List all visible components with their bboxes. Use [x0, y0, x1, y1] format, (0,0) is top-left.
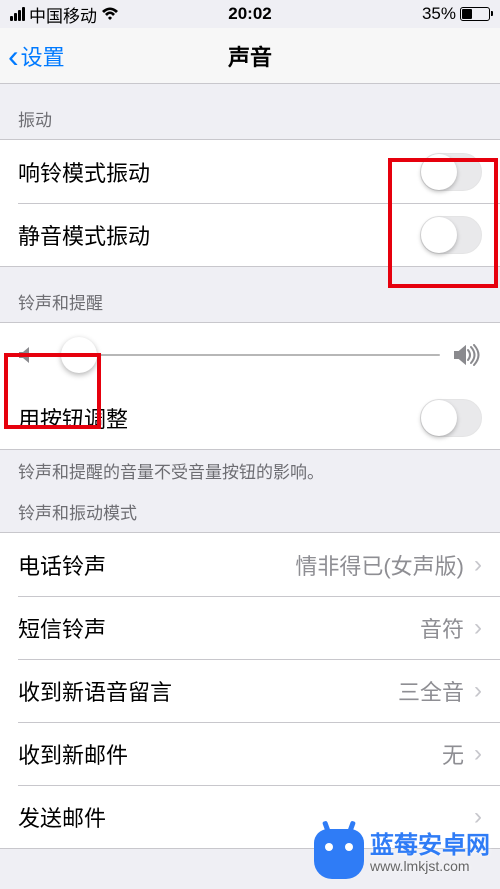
status-left: 中国移动 [10, 2, 119, 27]
row-label: 响铃模式振动 [18, 156, 420, 188]
row-silent-vibrate: 静音模式振动 [0, 203, 500, 266]
chevron-right-icon: › [474, 740, 482, 768]
row-text-tone[interactable]: 短信铃声 音符 › [0, 596, 500, 659]
row-label: 用按钮调整 [18, 402, 420, 434]
chevron-right-icon: › [474, 803, 482, 831]
volume-low-icon [18, 345, 34, 365]
section-header-vibrate: 振动 [0, 84, 500, 139]
row-label: 静音模式振动 [18, 219, 420, 251]
carrier-label: 中国移动 [29, 2, 97, 27]
row-label: 收到新邮件 [18, 738, 442, 770]
section-header-ringer: 铃声和提醒 [0, 267, 500, 322]
row-label: 发送邮件 [18, 801, 464, 833]
status-time: 20:02 [228, 4, 271, 24]
chevron-right-icon: › [474, 614, 482, 642]
status-bar: 中国移动 20:02 35% [0, 0, 500, 28]
row-new-mail[interactable]: 收到新邮件 无 › [0, 722, 500, 785]
list-vibrate: 响铃模式振动 静音模式振动 [0, 139, 500, 267]
row-label: 短信铃声 [18, 612, 420, 644]
battery-percent: 35% [422, 4, 456, 24]
row-ring-vibrate: 响铃模式振动 [0, 140, 500, 203]
switch-silent-vibrate[interactable] [420, 216, 482, 254]
row-value: 音符 [420, 612, 464, 644]
row-change-buttons: 用按钮调整 [0, 386, 500, 449]
switch-change-buttons[interactable] [420, 399, 482, 437]
row-label: 电话铃声 [18, 549, 295, 581]
row-sent-mail[interactable]: 发送邮件 › [0, 785, 500, 848]
list-patterns: 电话铃声 情非得已(女声版) › 短信铃声 音符 › 收到新语音留言 三全音 ›… [0, 532, 500, 849]
chevron-right-icon: › [474, 677, 482, 705]
row-label: 收到新语音留言 [18, 675, 398, 707]
battery-icon [460, 7, 490, 21]
row-value: 无 [442, 738, 464, 770]
nav-bar: ‹ 设置 声音 [0, 28, 500, 84]
row-volume-slider [0, 323, 500, 386]
back-label: 设置 [21, 40, 65, 72]
watermark-url: www.lmkjst.com [370, 858, 490, 875]
signal-icon [10, 7, 25, 21]
section-footer-ringer: 铃声和提醒的音量不受音量按钮的影响。 [0, 450, 500, 489]
page-title: 声音 [228, 40, 272, 72]
switch-ring-vibrate[interactable] [420, 153, 482, 191]
list-ringer: 用按钮调整 [0, 322, 500, 450]
row-value: 三全音 [398, 675, 464, 707]
slider-thumb[interactable] [61, 337, 97, 373]
chevron-left-icon: ‹ [8, 40, 19, 72]
section-header-patterns: 铃声和振动模式 [0, 489, 500, 532]
back-button[interactable]: ‹ 设置 [0, 40, 65, 72]
volume-slider[interactable] [48, 354, 440, 356]
volume-high-icon [454, 344, 482, 366]
row-voicemail[interactable]: 收到新语音留言 三全音 › [0, 659, 500, 722]
chevron-right-icon: › [474, 551, 482, 579]
wifi-icon [101, 7, 119, 21]
status-right: 35% [422, 4, 490, 24]
row-value: 情非得已(女声版) [295, 549, 464, 581]
row-ringtone[interactable]: 电话铃声 情非得已(女声版) › [0, 533, 500, 596]
